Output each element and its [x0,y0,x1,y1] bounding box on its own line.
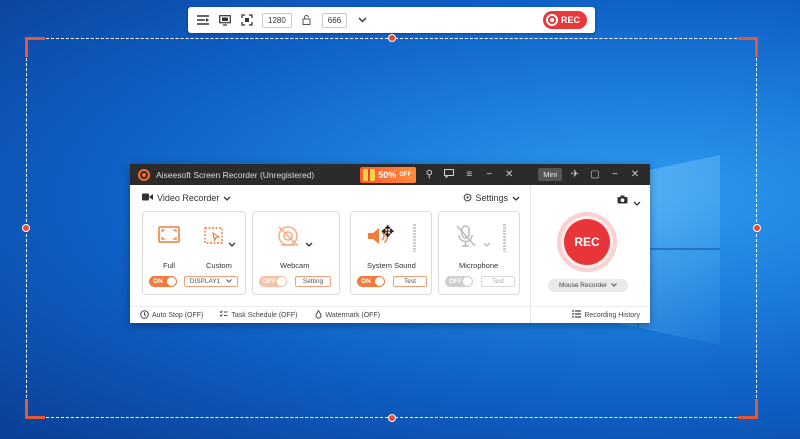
microphone-icon[interactable] [455,224,477,253]
watermark-icon [314,309,323,321]
auto-stop-label: Auto Stop (OFF) [152,311,204,319]
width-input[interactable]: 1280 [262,12,292,28]
menu-icon[interactable]: ≡ [462,169,476,180]
display-select-value: DISPLAY1 [189,278,221,285]
display-select-chevron-icon [226,278,233,285]
settings-label[interactable]: Settings [475,193,508,203]
promo-suffix: OFF [399,171,412,178]
region-select-icon[interactable] [240,13,254,27]
recording-history-item[interactable]: Recording History [572,310,640,320]
display-toggle[interactable]: ON [149,276,177,287]
record-icon [545,14,558,26]
chevron-down-icon[interactable] [355,13,369,27]
webcam-toggle[interactable]: OFF [259,276,287,287]
webcam-chevron-icon[interactable] [305,234,313,252]
corner-handle-top-left[interactable] [25,37,45,57]
mini-button[interactable]: Mini [538,168,562,181]
edge-handle-left[interactable] [22,224,30,232]
app-title: Aiseesoft Screen Recorder (Unregistered) [156,169,315,180]
move-cursor-icon: ✥ [381,224,395,241]
recording-history-label: Recording History [584,311,640,319]
recorder-window: Aiseesoft Screen Recorder (Unregistered)… [130,164,650,323]
mouse-recorder-label: Mouse Recorder [558,282,608,289]
microphone-level-icon [503,224,506,252]
watermark-label: Watermark (OFF) [325,311,381,319]
key-icon[interactable]: ⚲ [422,169,436,180]
microphone-test-button[interactable]: Test [481,276,515,287]
window-minimize-icon[interactable]: − [608,169,622,180]
capture-toolbar: 1280 666 REC [188,7,595,33]
corner-handle-bottom-right[interactable] [738,399,758,419]
mode-label[interactable]: Video Recorder [157,193,219,203]
settings-chevron-icon[interactable] [512,193,520,203]
window-close-icon[interactable]: ✕ [628,169,642,180]
rec-button-halo: REC [557,212,617,272]
restore-icon[interactable]: ▢ [588,169,602,180]
system-sound-toggle[interactable]: ON [357,276,385,287]
edge-handle-top[interactable] [388,34,396,42]
edge-handle-bottom[interactable] [388,414,396,422]
system-sound-card: ✥ System Sound ON Test [350,211,432,295]
watermark-item[interactable]: Watermark (OFF) [314,309,381,321]
full-screen-icon[interactable] [158,226,180,251]
promo-percent: 50% [378,169,397,180]
corner-handle-bottom-left[interactable] [25,399,45,419]
microphone-toggle[interactable]: OFF [445,276,473,287]
auto-stop-item[interactable]: Auto Stop (OFF) [140,309,204,321]
camera-snapshot-icon[interactable] [617,191,628,209]
chat-icon[interactable] [442,168,456,181]
monitor-icon[interactable] [218,13,232,27]
system-sound-test-button[interactable]: Test [393,276,427,287]
snapshot-chevron-icon[interactable] [633,193,641,211]
height-input[interactable]: 666 [321,12,348,28]
custom-label: Custom [206,261,232,270]
clock-icon [140,309,149,321]
pin-icon[interactable]: ✈ [568,169,582,180]
webcam-icon[interactable] [276,224,302,255]
custom-region-icon[interactable] [203,226,225,251]
webcam-setting-button[interactable]: Setting [295,276,331,287]
microphone-chevron-icon[interactable] [483,234,491,252]
main-rec-button[interactable]: REC [564,219,610,265]
display-select[interactable]: DISPLAY1 [184,276,238,287]
settings-gear-icon[interactable] [463,193,472,204]
close-icon[interactable]: ✕ [502,169,516,180]
microphone-label: Microphone [459,261,499,270]
menu-lines-icon[interactable] [196,13,210,27]
system-sound-label: System Sound [367,261,416,270]
mode-chevron-icon[interactable] [223,193,231,203]
mouse-recorder-button[interactable]: Mouse Recorder [548,279,628,292]
promo-badge[interactable]: 50% OFF [360,166,417,183]
toolbar-rec-label: REC [560,15,580,25]
lock-ratio-icon[interactable] [300,13,314,27]
schedule-icon [219,310,228,321]
list-icon [572,310,582,320]
title-bar: Aiseesoft Screen Recorder (Unregistered)… [130,164,650,185]
display-card: Full Custom ON DISPLAY1 [142,211,246,295]
app-logo-icon [138,168,150,181]
bottom-bar: Auto Stop (OFF) Task Schedule (OFF) Wate… [130,306,650,323]
full-label: Full [163,261,176,270]
mouse-recorder-chevron-icon [611,282,617,289]
edge-handle-right[interactable] [753,224,761,232]
system-sound-level-icon [413,224,416,252]
webcam-label: Webcam [280,261,310,270]
task-schedule-item[interactable]: Task Schedule (OFF) [219,310,298,321]
corner-handle-top-right[interactable] [738,37,758,57]
toolbar-rec-button[interactable]: REC [542,11,587,29]
minimize-icon[interactable]: − [482,169,496,180]
webcam-card: Webcam OFF Setting [252,211,340,295]
custom-chevron-icon[interactable] [228,234,236,252]
gift-icon [363,168,376,181]
microphone-card: Microphone OFF Test [438,211,520,295]
task-schedule-label: Task Schedule (OFF) [231,311,298,319]
video-camera-icon [142,193,153,203]
